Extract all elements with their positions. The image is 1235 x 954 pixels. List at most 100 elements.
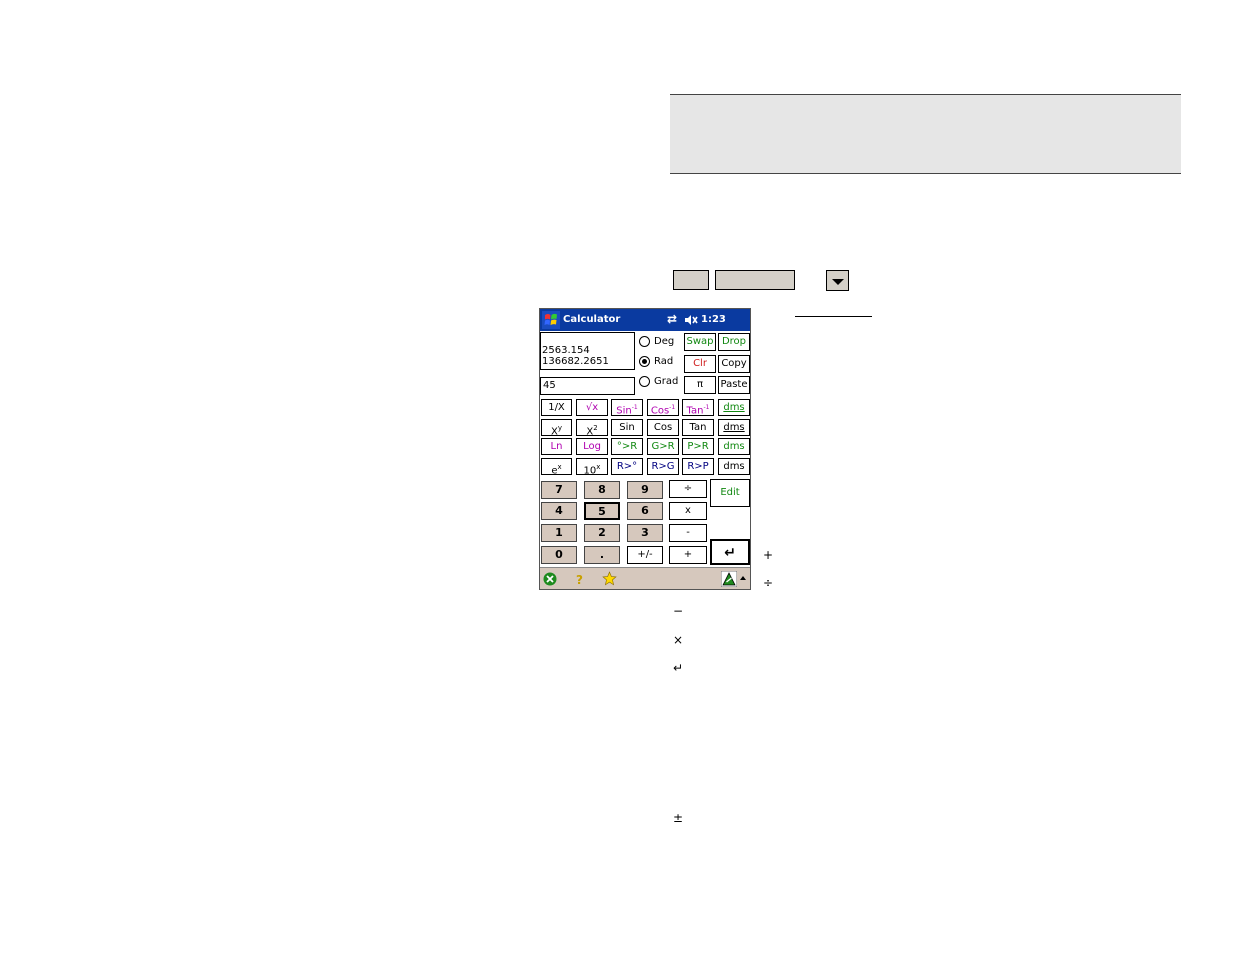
plus-minus-button[interactable]: +/- [627,546,663,564]
result-display: 2563.154 136682.2651 [540,332,635,370]
speaker-muted-icon[interactable] [684,314,698,326]
multiply-button[interactable]: x [669,502,707,520]
radio-circle [639,376,650,387]
calculator-window: Calculator ⇄ 1:23 2563.154 136682.2651 4… [539,308,751,590]
radio-label: Deg [654,336,675,347]
radio-label: Grad [654,376,679,387]
digit-4-button[interactable]: 4 [541,502,577,520]
connectivity-icon[interactable]: ⇄ [667,312,677,326]
close-icon[interactable] [543,572,557,586]
title-bar: Calculator ⇄ 1:23 [540,309,750,331]
asin-label: Sin [616,405,632,417]
clear-button[interactable]: Clr [684,355,716,373]
digit-2-button[interactable]: 2 [584,524,620,542]
divide-button[interactable]: ÷ [669,480,707,498]
entry-field[interactable]: 45 [540,377,635,395]
copy-button[interactable]: Copy [718,355,750,373]
x-superscript: x [557,463,562,471]
inverse-superscript: -1 [703,404,710,411]
digit-5-button[interactable]: 5 [584,502,620,520]
digit-1-button[interactable]: 1 [541,524,577,542]
symbol-divide: ÷ [763,576,774,590]
dms-button-3[interactable]: dms [718,438,750,455]
asin-button[interactable]: Sin-1 [611,399,643,416]
rad-to-grad-button[interactable]: R>G [647,458,679,475]
symbol-enter: ↵ [673,661,684,675]
decimal-point-button[interactable]: . [584,546,620,564]
x-power-y-button[interactable]: Xy [541,419,572,438]
atan-button[interactable]: Tan-1 [682,399,714,416]
radio-rad[interactable]: Rad [639,355,689,371]
windows-start-icon[interactable] [542,311,560,329]
acos-button[interactable]: Cos-1 [647,399,679,416]
radio-deg[interactable]: Deg [639,335,689,351]
header-band [670,94,1181,174]
favorites-star-icon[interactable] [602,571,617,586]
ln-button[interactable]: Ln [541,438,572,455]
atan-label: Tan [686,405,704,417]
digit-7-button[interactable]: 7 [541,481,577,499]
swap-button[interactable]: Swap [684,333,716,351]
dms-button-4[interactable]: dms [718,458,750,475]
app-title: Calculator [563,314,621,325]
grad-to-rad-button[interactable]: G>R [647,438,679,455]
input-panel-icon[interactable] [721,571,737,587]
input-menu-arrow-icon[interactable] [739,574,747,582]
edit-button[interactable]: Edit [710,479,750,507]
underline-rule [795,316,872,317]
status-time[interactable]: 1:23 [701,314,726,325]
sqrt-button[interactable]: √x [576,399,608,416]
e-power-x-button[interactable]: ex [541,458,572,476]
add-button[interactable]: + [669,546,707,564]
digit-0-button[interactable]: 0 [541,546,577,564]
display-line-1: 2563.154 [542,345,590,356]
inverse-superscript: -1 [631,404,638,411]
wide-gray-button[interactable] [715,270,795,290]
subtract-button[interactable]: - [669,524,707,542]
reciprocal-button[interactable]: 1/X [541,399,572,416]
pi-button[interactable]: π [684,376,716,394]
two-superscript: 2 [593,424,598,432]
rad-to-deg-button[interactable]: R>° [611,458,643,475]
drop-button[interactable]: Drop [718,333,750,351]
radio-grad[interactable]: Grad [639,375,689,391]
x-label: X [550,426,558,438]
dms-button-1[interactable]: dms [718,399,750,416]
digit-3-button[interactable]: 3 [627,524,663,542]
digit-8-button[interactable]: 8 [584,481,620,499]
tan-button[interactable]: Tan [682,419,714,436]
cos-button[interactable]: Cos [647,419,679,436]
taskbar: ? [540,567,750,589]
sin-button[interactable]: Sin [611,419,643,436]
polar-to-rect-button[interactable]: P>R [682,438,714,455]
log-button[interactable]: Log [576,438,608,455]
digit-9-button[interactable]: 9 [627,481,663,499]
deg-to-rad-button[interactable]: °>R [611,438,643,455]
y-superscript: y [557,424,562,432]
svg-text:?: ? [576,573,583,586]
help-icon[interactable]: ? [573,572,587,586]
radio-circle [639,336,650,347]
x-squared-button[interactable]: X2 [576,419,608,437]
digit-6-button[interactable]: 6 [627,502,663,520]
radio-selected-dot [642,359,647,364]
acos-label: Cos [650,405,670,417]
inverse-superscript: -1 [669,404,676,411]
dms-button-2[interactable]: dms [718,419,750,436]
radio-label: Rad [654,356,674,367]
x-superscript: x [596,463,601,471]
enter-button[interactable]: ↵ [710,539,750,565]
symbol-times: × [673,633,684,647]
rect-to-polar-button[interactable]: R>P [682,458,714,475]
small-gray-button[interactable] [673,270,709,290]
ten-label: 10 [583,465,597,477]
symbol-plusminus: ± [673,811,684,825]
paste-button[interactable]: Paste [718,376,750,394]
ten-power-x-button[interactable]: 10x [576,458,608,477]
dropdown-button[interactable] [826,270,849,291]
symbol-plus: + [763,548,774,562]
display-line-2: 136682.2651 [542,356,609,367]
chevron-down-icon [832,279,844,285]
symbol-minus: − [673,604,684,618]
radio-circle [639,356,650,367]
